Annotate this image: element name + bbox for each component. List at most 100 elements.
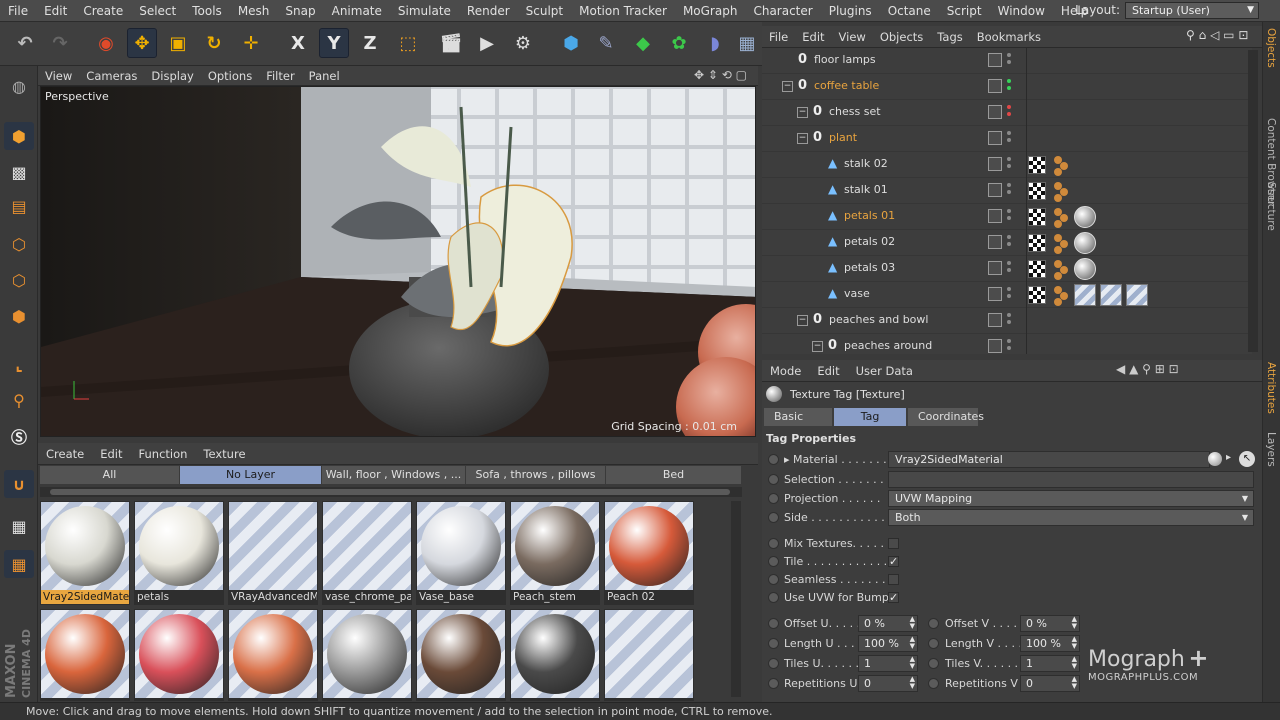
render-visibility-dot[interactable]	[1007, 164, 1011, 168]
expand-triangle-icon[interactable]: ▸	[784, 453, 790, 466]
balls-tag-icon[interactable]	[1050, 232, 1072, 254]
material-swatch[interactable]: Vase_base	[416, 501, 506, 605]
editor-visibility-dot[interactable]	[1007, 131, 1011, 135]
menu-mesh[interactable]: Mesh	[230, 4, 278, 18]
object-menu-bookmarks[interactable]: Bookmarks	[970, 30, 1048, 44]
menu-sculpt[interactable]: Sculpt	[518, 4, 571, 18]
material-swatch[interactable]: VRayAdvancedM	[228, 501, 318, 605]
render-visibility-dot[interactable]	[1007, 60, 1011, 64]
object-menu-tags[interactable]: Tags	[930, 30, 969, 44]
material-swatch[interactable]	[40, 609, 130, 701]
layer-visibility-icon[interactable]	[988, 157, 1002, 171]
render-visibility-dot[interactable]	[1007, 216, 1011, 220]
layout-select[interactable]: Startup (User) ▼	[1125, 2, 1259, 19]
expand-toggle-icon[interactable]: −	[797, 107, 808, 118]
editor-visibility-dot[interactable]	[1007, 157, 1011, 161]
sphere-tag-icon[interactable]	[1074, 232, 1096, 254]
tiles-v-field[interactable]: 1 ▲ ▼	[1020, 655, 1080, 672]
viewport-nav-icons[interactable]: ✥ ⇕ ⟲ ▢	[694, 68, 747, 82]
move-tool-button[interactable]: ✥	[127, 28, 157, 58]
magnet-tool-button[interactable]: ∪	[4, 470, 34, 498]
visibility-dots[interactable]	[1007, 157, 1012, 171]
material-swatch[interactable]	[134, 609, 224, 701]
live-selection-button[interactable]: ◉	[91, 28, 121, 58]
seamless-anim-radio[interactable]	[768, 574, 779, 585]
layer-visibility-icon[interactable]	[988, 105, 1002, 119]
rep-u-anim-radio[interactable]	[768, 678, 779, 689]
material-h-scrollbar[interactable]	[40, 487, 742, 497]
mix-anim-radio[interactable]	[768, 538, 779, 549]
menu-create[interactable]: Create	[75, 4, 131, 18]
sphere-tag-icon[interactable]	[1074, 258, 1096, 280]
seamless-checkbox[interactable]	[888, 574, 899, 585]
material-link-field[interactable]: Vray2SidedMaterial	[888, 451, 1210, 468]
object-row[interactable]: ▲ stalk 02	[762, 152, 1252, 178]
material-swatch[interactable]: Vray2SidedMater	[40, 501, 130, 605]
stepper-arrows-icon[interactable]: ▲ ▼	[910, 636, 915, 650]
balls-tag-icon[interactable]	[1050, 284, 1072, 306]
rep-u-field[interactable]: 0 ▲ ▼	[858, 675, 918, 692]
viewport-menu-view[interactable]: View	[38, 69, 79, 83]
object-manager-nav-icons[interactable]: ⚲ ⌂ ◁ ▭ ⊡	[1186, 28, 1248, 42]
render-visibility-dot[interactable]	[1007, 86, 1011, 90]
selection-anim-radio[interactable]	[768, 474, 779, 485]
enable-axis-button[interactable]: ⌞	[4, 350, 34, 378]
floor-snap-button[interactable]: ▦	[4, 550, 34, 578]
visibility-dots[interactable]	[1007, 261, 1012, 275]
menu-snap[interactable]: Snap	[277, 4, 323, 18]
attributes-nav-icons[interactable]: ◀ ▲ ⚲ ⊞ ⊡	[1116, 362, 1179, 376]
material-h-scrollbar-thumb[interactable]	[50, 489, 730, 495]
stepper-arrows-icon[interactable]: ▲ ▼	[910, 656, 915, 670]
transform-tool-button[interactable]: ✛	[236, 28, 266, 58]
layer-visibility-icon[interactable]	[988, 183, 1002, 197]
object-row[interactable]: −0 peaches and bowl	[762, 308, 1252, 334]
layer-visibility-icon[interactable]	[988, 131, 1002, 145]
rotate-tool-button[interactable]: ↻	[199, 28, 229, 58]
mix-textures-checkbox[interactable]	[888, 538, 899, 549]
offset-u-anim-radio[interactable]	[768, 618, 779, 629]
length-u-field[interactable]: 100 % ▲ ▼	[858, 635, 918, 652]
object-row[interactable]: ▲ petals 01	[762, 204, 1252, 230]
checker-tag-icon[interactable]	[1028, 156, 1046, 174]
object-row[interactable]: −0 coffee table	[762, 74, 1252, 100]
rep-v-field[interactable]: 0 ▲ ▼	[1020, 675, 1080, 692]
checker-tag-icon[interactable]	[1028, 234, 1046, 252]
coordinate-system-button[interactable]: ⬚	[393, 28, 423, 58]
tile-checkbox[interactable]: ✓	[888, 556, 899, 567]
checker-tag-icon[interactable]	[1028, 182, 1046, 200]
viewport-menu-panel[interactable]: Panel	[302, 69, 347, 83]
menu-plugins[interactable]: Plugins	[821, 4, 880, 18]
editor-visibility-dot[interactable]	[1007, 313, 1011, 317]
side-tab-objects[interactable]: Objects	[1265, 28, 1277, 68]
material-swatch[interactable]	[510, 609, 600, 701]
object-menu-edit[interactable]: Edit	[795, 30, 831, 44]
object-row[interactable]: 0 floor lamps	[762, 48, 1252, 74]
render-visibility-dot[interactable]	[1007, 294, 1011, 298]
stepper-arrows-icon[interactable]: ▲ ▼	[910, 676, 915, 690]
layer-visibility-icon[interactable]	[988, 339, 1002, 353]
sphere-tag-icon[interactable]	[1074, 206, 1096, 228]
stepper-arrows-icon[interactable]: ▲ ▼	[910, 616, 915, 630]
tiles-v-anim-radio[interactable]	[928, 658, 939, 669]
y-axis-button[interactable]: Y	[319, 28, 349, 58]
editor-visibility-dot[interactable]	[1007, 339, 1011, 343]
layer-tab-1[interactable]: No Layer	[180, 466, 322, 484]
material-swatch[interactable]	[416, 609, 506, 701]
material-menu-create[interactable]: Create	[38, 447, 92, 461]
expand-toggle-icon[interactable]: −	[812, 341, 823, 352]
tab-coordinates[interactable]: Coordinates	[908, 408, 984, 426]
editor-visibility-dot[interactable]	[1007, 105, 1011, 109]
balls-tag-icon[interactable]	[1050, 258, 1072, 280]
object-row[interactable]: ▲ stalk 01	[762, 178, 1252, 204]
stepper-arrows-icon[interactable]: ▲ ▼	[1072, 616, 1077, 630]
add-spline-button[interactable]: ✎	[591, 28, 621, 58]
object-tag-divider[interactable]	[1026, 48, 1027, 354]
undo-button[interactable]: ↶	[10, 28, 40, 58]
visibility-dots[interactable]	[1007, 105, 1012, 119]
stepper-arrows-icon[interactable]: ▲ ▼	[1072, 656, 1077, 670]
layer-visibility-icon[interactable]	[988, 261, 1002, 275]
material-menu-function[interactable]: Function	[131, 447, 196, 461]
checker-tag-icon[interactable]	[1028, 260, 1046, 278]
redo-button[interactable]: ↷	[45, 28, 75, 58]
layer-tab-2[interactable]: Wall, floor , Windows , ...	[322, 466, 466, 484]
